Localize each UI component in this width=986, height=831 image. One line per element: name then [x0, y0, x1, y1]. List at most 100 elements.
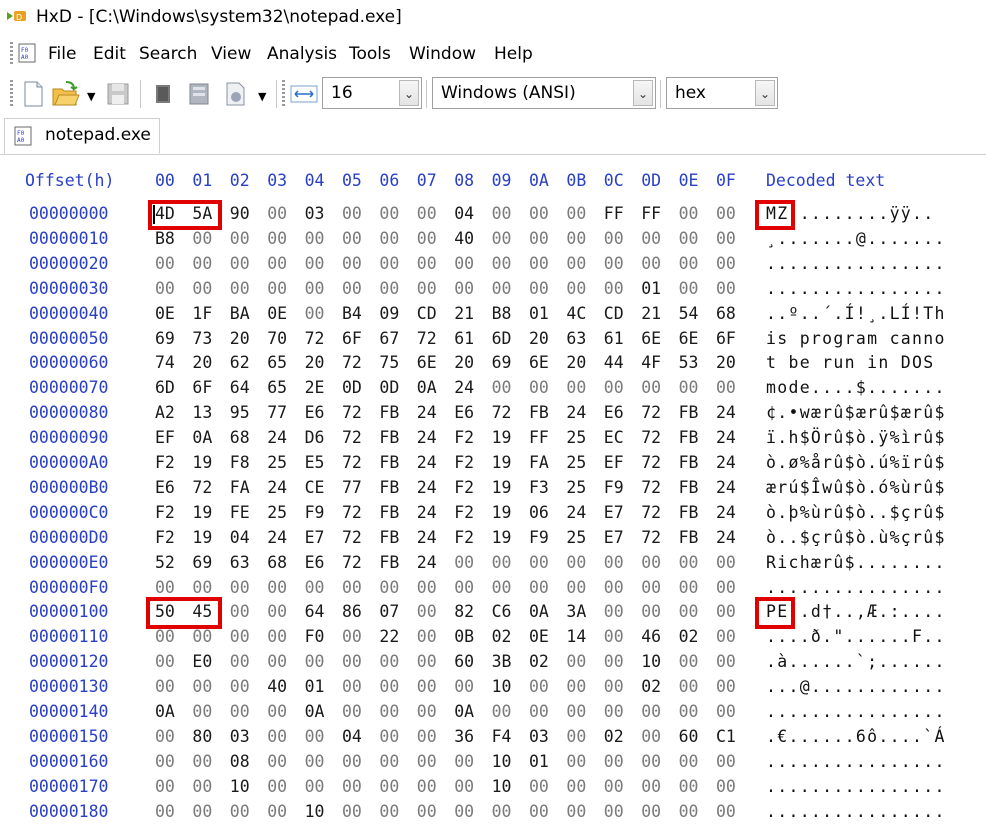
- hex-byte[interactable]: 00: [417, 727, 437, 746]
- hex-byte[interactable]: 00: [454, 752, 474, 771]
- hex-byte[interactable]: 00: [155, 777, 175, 796]
- hex-byte[interactable]: 03: [529, 727, 549, 746]
- hex-byte[interactable]: 00: [492, 229, 512, 248]
- bytes-per-row-select[interactable]: 16 ⌄: [322, 77, 422, 109]
- hex-byte[interactable]: B8: [492, 304, 512, 323]
- hex-byte[interactable]: 00: [192, 677, 212, 696]
- hex-byte[interactable]: 00: [230, 702, 250, 721]
- open-dropdown-arrow[interactable]: ▼: [87, 90, 95, 103]
- hex-byte[interactable]: 6D: [155, 378, 175, 397]
- hex-byte[interactable]: 00: [679, 229, 699, 248]
- hex-byte[interactable]: 00: [342, 777, 362, 796]
- hex-byte[interactable]: 24: [417, 403, 437, 422]
- hex-byte[interactable]: FB: [379, 403, 399, 422]
- hex-byte[interactable]: 00: [342, 677, 362, 696]
- hex-byte[interactable]: 00: [155, 677, 175, 696]
- hex-byte[interactable]: 72: [641, 478, 661, 497]
- hex-byte[interactable]: 00: [379, 677, 399, 696]
- hex-byte[interactable]: 00: [342, 702, 362, 721]
- hex-byte[interactable]: F9: [529, 528, 549, 547]
- document-menu-icon[interactable]: F0 A0: [18, 43, 36, 63]
- hex-byte[interactable]: 63: [566, 329, 586, 348]
- hex-byte[interactable]: 00: [192, 777, 212, 796]
- hex-byte[interactable]: 40: [267, 677, 287, 696]
- hex-byte[interactable]: EF: [155, 428, 175, 447]
- hex-byte[interactable]: 00: [716, 204, 736, 223]
- hex-byte[interactable]: B8: [155, 229, 175, 248]
- decoded-text[interactable]: ................: [766, 802, 946, 821]
- hex-byte[interactable]: 00: [342, 802, 362, 821]
- hex-byte[interactable]: 00: [679, 802, 699, 821]
- hex-byte[interactable]: 06: [529, 503, 549, 522]
- hex-byte[interactable]: 25: [267, 453, 287, 472]
- hex-byte[interactable]: 00: [155, 627, 175, 646]
- hex-byte[interactable]: FF: [641, 204, 661, 223]
- hex-byte[interactable]: 53: [679, 353, 699, 372]
- hex-byte[interactable]: F2: [155, 453, 175, 472]
- hex-byte[interactable]: 00: [342, 204, 362, 223]
- hex-byte[interactable]: 24: [716, 428, 736, 447]
- hex-byte[interactable]: 00: [641, 578, 661, 597]
- hex-byte[interactable]: 52: [155, 553, 175, 572]
- hex-byte[interactable]: 20: [230, 329, 250, 348]
- hex-byte[interactable]: 14: [566, 627, 586, 646]
- hex-byte[interactable]: 00: [155, 752, 175, 771]
- hex-byte[interactable]: 95: [230, 403, 250, 422]
- hex-byte[interactable]: 00: [641, 702, 661, 721]
- hex-byte[interactable]: 10: [230, 777, 250, 796]
- hex-byte[interactable]: F2: [155, 503, 175, 522]
- hex-byte[interactable]: 00: [529, 254, 549, 273]
- hex-byte[interactable]: 00: [305, 304, 325, 323]
- hex-byte[interactable]: 00: [454, 279, 474, 298]
- hex-byte[interactable]: 0A: [155, 702, 175, 721]
- hex-byte[interactable]: 22: [379, 627, 399, 646]
- hex-byte[interactable]: 01: [529, 304, 549, 323]
- hex-byte[interactable]: 00: [641, 777, 661, 796]
- hex-byte[interactable]: F2: [155, 528, 175, 547]
- hex-byte[interactable]: FB: [679, 428, 699, 447]
- hex-byte[interactable]: 10: [492, 777, 512, 796]
- hex-byte[interactable]: 24: [417, 478, 437, 497]
- hex-byte[interactable]: 00: [379, 229, 399, 248]
- hex-byte[interactable]: 00: [267, 578, 287, 597]
- hex-byte[interactable]: FB: [379, 528, 399, 547]
- hex-byte[interactable]: 00: [679, 702, 699, 721]
- hex-byte[interactable]: 00: [267, 279, 287, 298]
- hex-byte[interactable]: 00: [155, 279, 175, 298]
- hex-byte[interactable]: 0A: [454, 702, 474, 721]
- hex-byte[interactable]: E6: [454, 403, 474, 422]
- hex-byte[interactable]: 00: [604, 553, 624, 572]
- hex-byte[interactable]: 00: [716, 677, 736, 696]
- hex-byte[interactable]: 00: [679, 602, 699, 621]
- hex-byte[interactable]: FB: [379, 478, 399, 497]
- hex-byte[interactable]: 68: [716, 304, 736, 323]
- hex-byte[interactable]: 19: [192, 453, 212, 472]
- hex-byte[interactable]: 02: [492, 627, 512, 646]
- hex-byte[interactable]: 61: [454, 329, 474, 348]
- hex-byte[interactable]: F9: [604, 478, 624, 497]
- hex-byte[interactable]: 00: [679, 279, 699, 298]
- hex-byte[interactable]: 00: [230, 802, 250, 821]
- hex-byte[interactable]: CE: [305, 478, 325, 497]
- export-icon[interactable]: [220, 78, 250, 110]
- hex-byte[interactable]: 62: [230, 353, 250, 372]
- hex-byte[interactable]: 00: [417, 279, 437, 298]
- hex-byte[interactable]: 00: [716, 752, 736, 771]
- hex-byte[interactable]: 69: [155, 329, 175, 348]
- hex-byte[interactable]: 72: [641, 528, 661, 547]
- hex-byte[interactable]: BA: [230, 304, 250, 323]
- hex-byte[interactable]: 4F: [641, 353, 661, 372]
- menu-file[interactable]: File: [48, 44, 76, 64]
- hex-byte[interactable]: 00: [417, 802, 437, 821]
- hex-byte[interactable]: 00: [492, 279, 512, 298]
- hex-byte[interactable]: 68: [230, 428, 250, 447]
- hex-byte[interactable]: 72: [342, 353, 362, 372]
- hex-byte[interactable]: 00: [267, 627, 287, 646]
- hex-byte[interactable]: 00: [155, 727, 175, 746]
- hex-byte[interactable]: 6D: [492, 329, 512, 348]
- hex-byte[interactable]: 65: [267, 378, 287, 397]
- hex-byte[interactable]: 04: [454, 204, 474, 223]
- decoded-text[interactable]: ò..$çrû$ò.ù%çrû$: [766, 528, 946, 547]
- hex-byte[interactable]: 0B: [454, 627, 474, 646]
- hex-byte[interactable]: E6: [305, 553, 325, 572]
